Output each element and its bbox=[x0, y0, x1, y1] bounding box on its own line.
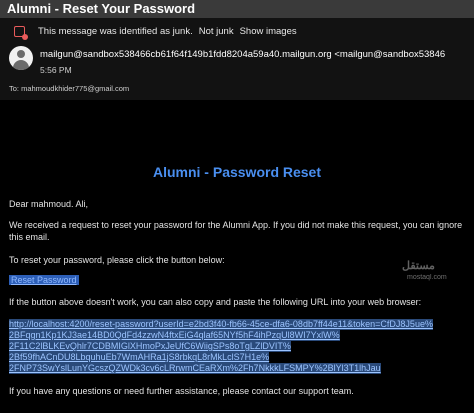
url-line[interactable]: 2FNP73SwYslLunYGcszQZWDk3cv6cLRrwmCEaRXm… bbox=[9, 363, 381, 374]
reset-url-link[interactable]: http://localhost:4200/reset-password?use… bbox=[9, 319, 433, 374]
paragraph-request-cont: this email. bbox=[9, 232, 50, 242]
url-line[interactable]: 2BFqgn1Kp1KJ3ae14BD0QdFd4zzwN4ftxEiG4qla… bbox=[9, 330, 340, 341]
url-line[interactable]: 2F11C2lBLKEvQhlr7CDBMIGlXHmoPxJeUfC6Wiig… bbox=[9, 341, 291, 352]
watermark-text: mostaql.com bbox=[407, 274, 447, 281]
subject-bar: Alumni - Reset Your Password bbox=[0, 0, 474, 18]
sender-address[interactable]: mailgun@sandbox538466cb61f64f149b1fdd820… bbox=[40, 49, 474, 60]
avatar-head bbox=[17, 50, 25, 58]
sender-avatar-icon[interactable] bbox=[9, 46, 33, 70]
show-images-link[interactable]: Show images bbox=[240, 26, 297, 37]
watermark-logo: مستقل bbox=[402, 260, 435, 272]
recipient-line: To: mahmoudkhider775@gmail.com bbox=[9, 84, 130, 93]
paragraph-fallback: If the button above doesn't work, you ca… bbox=[9, 297, 422, 307]
paragraph-request: We received a request to reset your pass… bbox=[9, 220, 463, 230]
email-subject: Alumni - Reset Your Password bbox=[7, 1, 196, 16]
junk-shield-icon bbox=[14, 26, 28, 40]
received-time: 5:56 PM bbox=[40, 65, 72, 75]
avatar-body bbox=[13, 60, 29, 70]
junk-message: This message was identified as junk. bbox=[38, 26, 193, 37]
not-junk-link[interactable]: Not junk bbox=[199, 26, 234, 37]
url-line[interactable]: http://localhost:4200/reset-password?use… bbox=[9, 319, 433, 330]
reset-password-button[interactable]: Reset Password bbox=[9, 275, 79, 285]
url-line[interactable]: 2Bf59fhACnDU8LbquhuEb7WmAHRa1jS8rbkqL8rM… bbox=[9, 352, 270, 363]
paragraph-instructions: To reset your password, please click the… bbox=[9, 255, 225, 265]
paragraph-support: If you have any questions or need furthe… bbox=[9, 386, 354, 396]
junk-warning-bar: This message was identified as junk. Not… bbox=[14, 26, 297, 40]
email-body: Alumni - Password Reset Dear mahmoud. Al… bbox=[0, 100, 474, 413]
greeting: Dear mahmoud. Ali, bbox=[9, 199, 89, 209]
email-title: Alumni - Password Reset bbox=[152, 164, 322, 180]
